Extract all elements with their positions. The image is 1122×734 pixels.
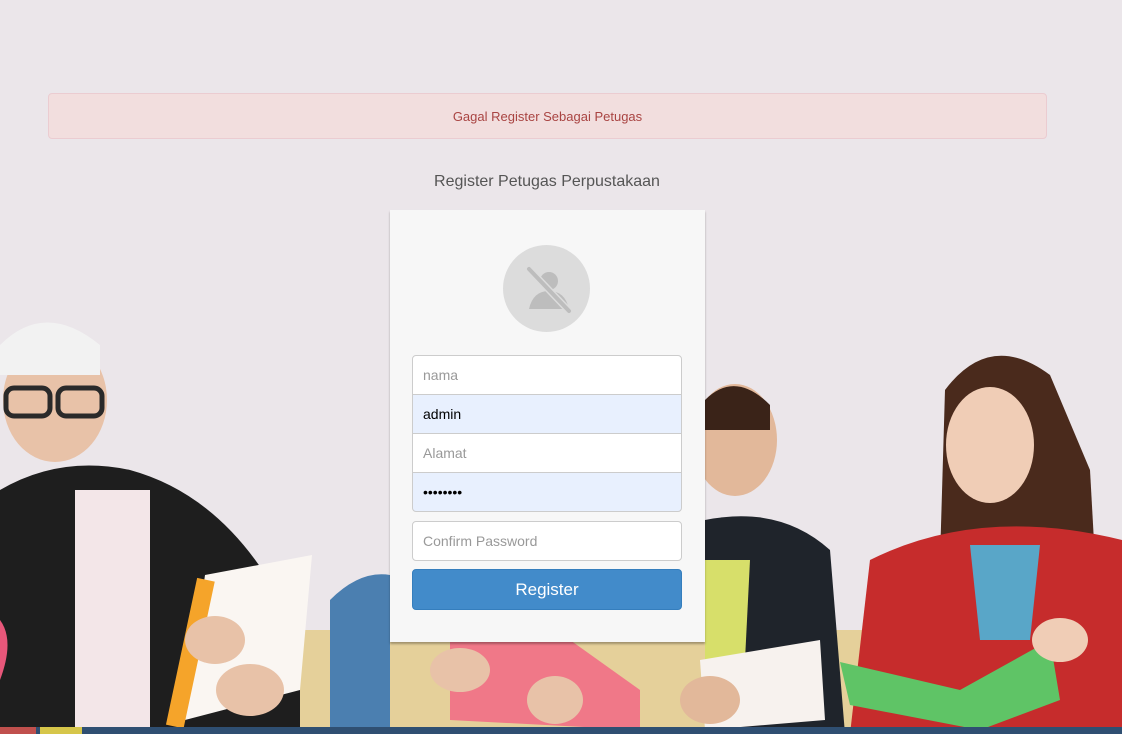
register-button[interactable]: Register (412, 569, 682, 610)
taskbar-item-red[interactable] (0, 727, 36, 734)
taskbar (0, 727, 1122, 734)
alert-message: Gagal Register Sebagai Petugas (452, 108, 643, 124)
alamat-input[interactable] (412, 433, 682, 473)
register-card: Register (390, 210, 705, 642)
password-input[interactable] (412, 472, 682, 512)
nama-input[interactable] (412, 355, 682, 395)
confirm-password-input[interactable] (412, 521, 682, 561)
error-alert: Gagal Register Sebagai Petugas (48, 93, 1047, 139)
page-title: Register Petugas Perpustakaan (434, 173, 660, 190)
username-input[interactable] (412, 394, 682, 434)
user-slash-icon (503, 245, 590, 332)
taskbar-item-yellow[interactable] (40, 727, 82, 734)
